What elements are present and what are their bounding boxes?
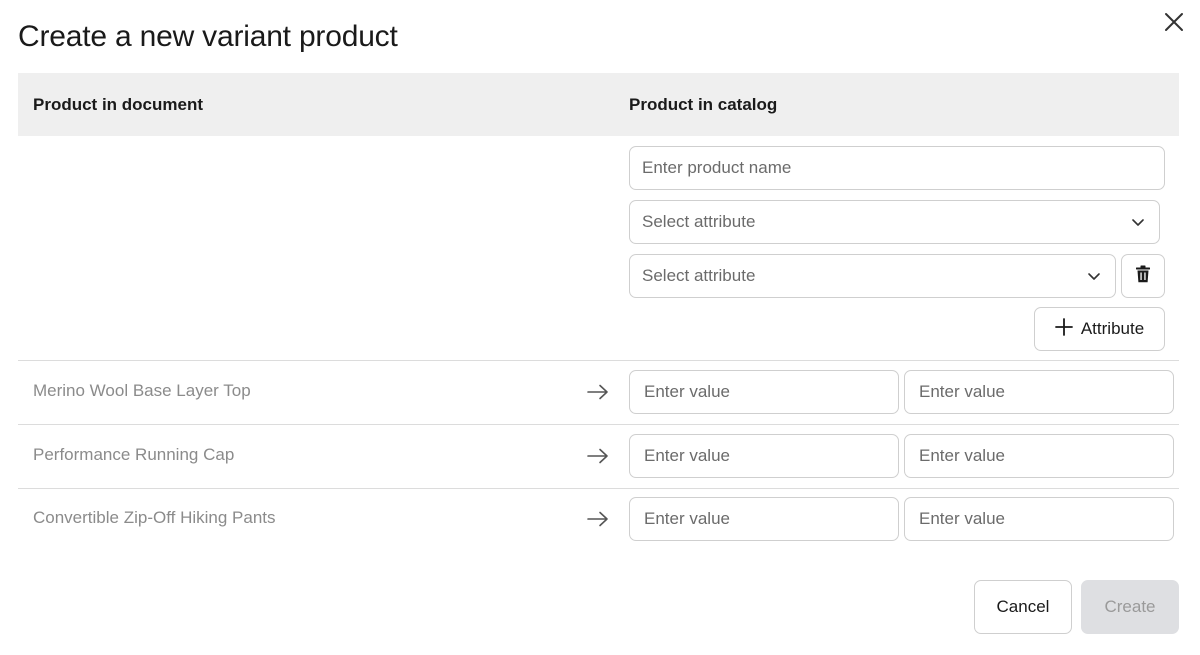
arrow-right-icon (587, 384, 609, 400)
close-button[interactable] (1160, 10, 1188, 38)
create-variant-dialog: Create a new variant product Product in … (0, 0, 1200, 655)
row-divider (18, 360, 1179, 361)
cancel-button[interactable]: Cancel (974, 580, 1072, 634)
column-header-catalog: Product in catalog (629, 95, 778, 114)
document-product-label: Convertible Zip-Off Hiking Pants (33, 508, 276, 527)
attribute-select-placeholder: Select attribute (642, 212, 756, 231)
value-input[interactable]: Enter value (904, 370, 1174, 414)
value-input-placeholder: Enter value (644, 382, 730, 401)
attribute-select-1[interactable]: Select attribute (629, 200, 1160, 244)
document-product-label: Performance Running Cap (33, 445, 235, 464)
value-input[interactable]: Enter value (629, 497, 899, 541)
value-input[interactable]: Enter value (904, 497, 1174, 541)
arrow-right-icon (587, 511, 609, 527)
value-input-placeholder: Enter value (919, 446, 1005, 465)
chevron-down-icon (1087, 269, 1101, 283)
value-input[interactable]: Enter value (904, 434, 1174, 478)
chevron-down-icon (1131, 215, 1145, 229)
row-divider (18, 488, 1179, 489)
close-icon (1164, 12, 1184, 37)
value-input-placeholder: Enter value (644, 446, 730, 465)
add-attribute-label: Attribute (1080, 319, 1145, 338)
row-divider (18, 424, 1179, 425)
value-input-placeholder: Enter value (919, 509, 1005, 528)
delete-attribute-button[interactable] (1121, 254, 1165, 298)
plus-icon (1054, 317, 1073, 341)
trash-icon (1135, 265, 1151, 288)
product-name-input[interactable]: Enter product name (629, 146, 1165, 190)
value-input-placeholder: Enter value (644, 509, 730, 528)
value-input[interactable]: Enter value (629, 434, 899, 478)
add-attribute-button[interactable]: Attribute (1034, 307, 1165, 351)
value-input-placeholder: Enter value (919, 382, 1005, 401)
value-input[interactable]: Enter value (629, 370, 899, 414)
dialog-title: Create a new variant product (18, 20, 398, 53)
table-header: Product in document Product in catalog (18, 73, 1179, 136)
document-product-label: Merino Wool Base Layer Top (33, 381, 251, 400)
attribute-select-placeholder: Select attribute (642, 266, 756, 285)
create-button[interactable]: Create (1081, 580, 1179, 634)
product-name-placeholder: Enter product name (642, 158, 792, 177)
attribute-select-2[interactable]: Select attribute (629, 254, 1116, 298)
arrow-right-icon (587, 448, 609, 464)
column-header-document: Product in document (33, 95, 203, 114)
